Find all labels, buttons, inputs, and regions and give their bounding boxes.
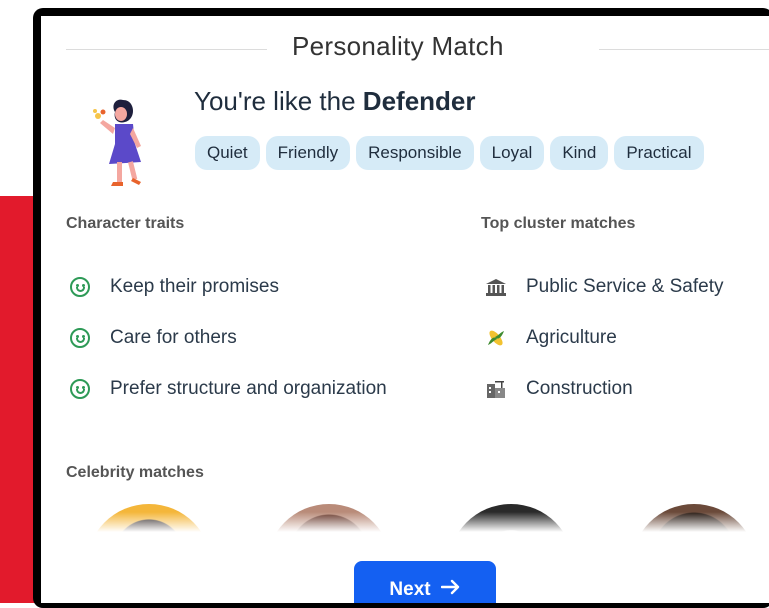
trait-chip: Loyal — [479, 136, 545, 170]
footer-actions: Next — [41, 532, 769, 603]
next-button[interactable]: Next — [354, 561, 496, 603]
corn-icon — [484, 326, 508, 350]
result-headline: You're like the Defender — [194, 86, 476, 117]
trait-text: Keep their promises — [110, 275, 279, 297]
cluster-text: Public Service & Safety — [526, 275, 724, 297]
list-item: Construction — [484, 363, 723, 414]
trait-chip: Responsible — [356, 136, 474, 170]
trait-text: Care for others — [110, 326, 237, 348]
page-title: Personality Match — [292, 31, 504, 61]
trait-text: Prefer structure and organization — [110, 377, 387, 399]
celebrity-matches-heading: Celebrity matches — [66, 464, 204, 481]
cluster-text: Agriculture — [526, 326, 617, 348]
list-item: Care for others — [68, 312, 387, 363]
list-item: Agriculture — [484, 312, 723, 363]
list-item: Public Service & Safety — [484, 261, 723, 312]
smile-icon — [68, 377, 92, 401]
government-building-icon — [484, 275, 508, 299]
trait-chip: Practical — [614, 136, 704, 170]
next-label: Next — [389, 578, 431, 600]
trait-chip: Friendly — [265, 136, 351, 170]
header-divider-right — [599, 49, 769, 50]
list-item: Prefer structure and organization — [68, 363, 387, 414]
trait-chips: Quiet Friendly Responsible Loyal Kind Pr… — [195, 136, 704, 170]
trait-chip: Quiet — [195, 136, 260, 170]
list-item: Keep their promises — [68, 261, 387, 312]
result-type: Defender — [362, 86, 476, 116]
trait-chip: Kind — [550, 136, 609, 170]
character-traits-list: Keep their promises Care for others Pref… — [68, 261, 387, 414]
result-prefix: You're like the — [194, 86, 363, 116]
scroll-fade — [41, 512, 769, 532]
smile-icon — [68, 275, 92, 299]
personality-card: Personality Match You're like the Defend… — [41, 16, 769, 603]
character-traits-heading: Character traits — [66, 215, 185, 232]
cluster-text: Construction — [526, 377, 633, 399]
header-divider-left — [66, 49, 267, 50]
cluster-matches-list: Public Service & Safety Agriculture Cons… — [484, 261, 723, 414]
smile-icon — [68, 326, 92, 350]
cluster-matches-heading: Top cluster matches — [481, 215, 636, 232]
arrow-right-icon — [440, 579, 461, 601]
construction-site-icon — [484, 377, 508, 401]
defender-illustration — [89, 92, 155, 192]
card-header: Personality Match — [66, 31, 769, 67]
